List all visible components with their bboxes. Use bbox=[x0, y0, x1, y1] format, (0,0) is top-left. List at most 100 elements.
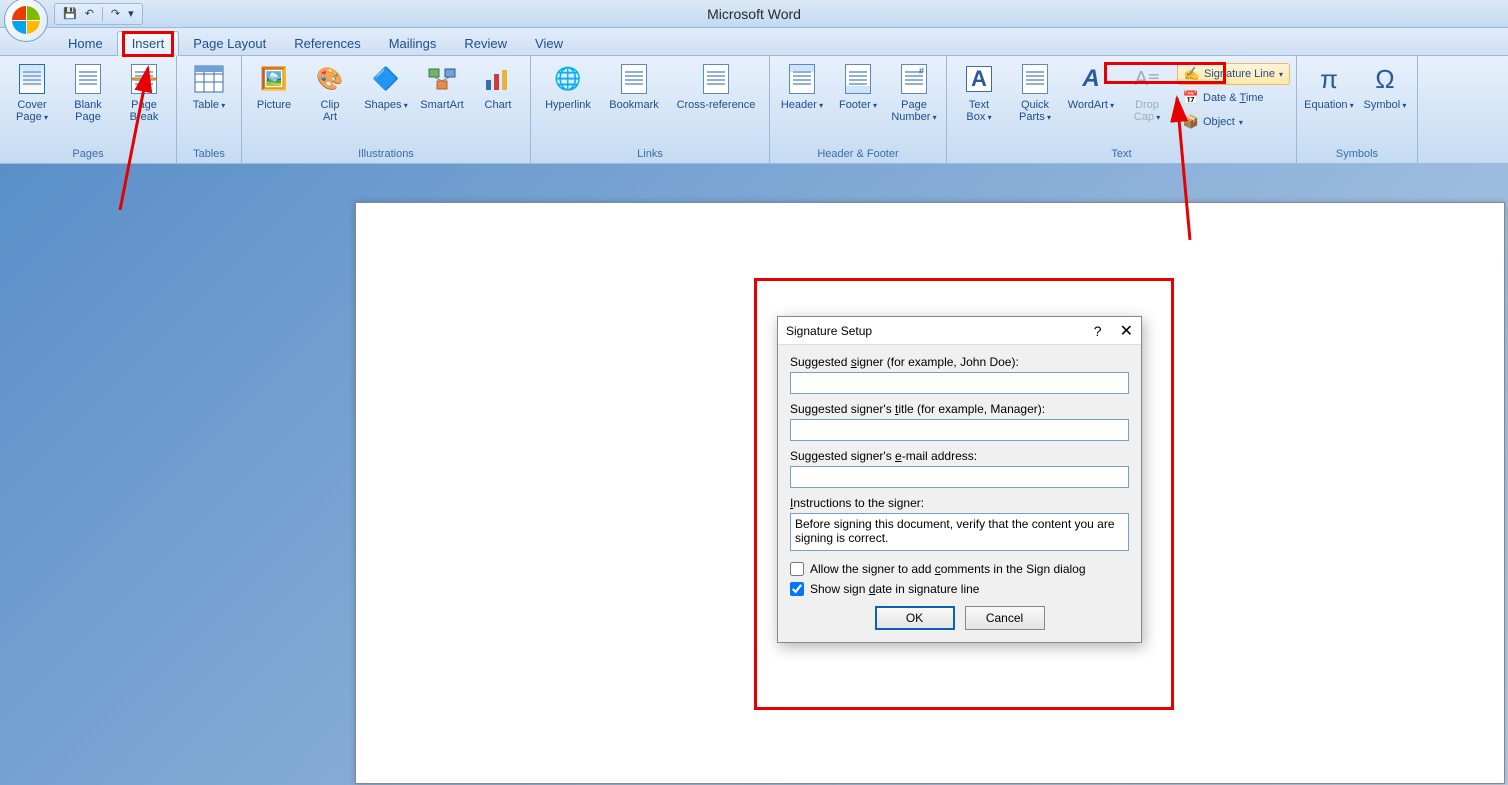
text-box-button[interactable]: AText Box bbox=[953, 59, 1005, 137]
footer-button[interactable]: Footer bbox=[832, 59, 884, 137]
quick-access-toolbar: 💾 ↶ ↷ ▾ bbox=[54, 3, 143, 25]
clip-art-button[interactable]: 🎨Clip Art bbox=[304, 59, 356, 137]
quick-parts-button[interactable]: Quick Parts bbox=[1009, 59, 1061, 137]
group-tables: Table Tables bbox=[177, 56, 242, 163]
office-button[interactable] bbox=[4, 0, 48, 42]
signer-title-label: Suggested signer's title (for example, M… bbox=[790, 402, 1129, 416]
allow-comments-checkbox[interactable]: Allow the signer to add comments in the … bbox=[790, 562, 1129, 576]
qat-separator bbox=[102, 7, 103, 21]
bookmark-button[interactable]: Bookmark bbox=[603, 59, 665, 137]
object-button[interactable]: 📦Object▾ bbox=[1177, 111, 1290, 133]
picture-button[interactable]: 🖼️Picture bbox=[248, 59, 300, 137]
clip-art-icon: 🎨 bbox=[314, 63, 346, 95]
date-time-button[interactable]: 📅Date & Time bbox=[1177, 87, 1290, 109]
tab-view[interactable]: View bbox=[521, 32, 577, 55]
group-header-footer: Header Footer #Page Number Header & Foot… bbox=[770, 56, 947, 163]
date-time-icon: 📅 bbox=[1183, 90, 1199, 106]
signer-label: Suggested signer (for example, John Doe)… bbox=[790, 355, 1129, 369]
cancel-button[interactable]: Cancel bbox=[965, 606, 1045, 630]
object-icon: 📦 bbox=[1183, 114, 1199, 130]
show-date-checkbox[interactable]: Show sign date in signature line bbox=[790, 582, 1129, 596]
qat-more-icon[interactable]: ▾ bbox=[128, 7, 134, 20]
table-button[interactable]: Table bbox=[183, 59, 235, 137]
titlebar: 💾 ↶ ↷ ▾ Microsoft Word bbox=[0, 0, 1508, 28]
quick-parts-icon bbox=[1019, 63, 1051, 95]
signature-line-icon: ✍️ bbox=[1184, 66, 1200, 82]
blank-page-button[interactable]: Blank Page bbox=[62, 59, 114, 137]
group-label-links: Links bbox=[537, 146, 763, 163]
show-date-input[interactable] bbox=[790, 582, 804, 596]
hyperlink-button[interactable]: 🌐Hyperlink bbox=[537, 59, 599, 137]
drop-cap-icon: A≡ bbox=[1131, 63, 1163, 95]
bookmark-icon bbox=[618, 63, 650, 95]
tab-review[interactable]: Review bbox=[450, 32, 521, 55]
group-links: 🌐Hyperlink Bookmark Cross-reference Link… bbox=[531, 56, 770, 163]
group-label-text: Text bbox=[953, 146, 1290, 163]
page-break-icon bbox=[128, 63, 160, 95]
cover-page-button[interactable]: Cover Page bbox=[6, 59, 58, 137]
group-label-symbols: Symbols bbox=[1303, 146, 1411, 163]
undo-icon[interactable]: ↶ bbox=[85, 7, 94, 20]
tab-home[interactable]: Home bbox=[54, 32, 117, 55]
page-number-icon: # bbox=[898, 63, 930, 95]
header-icon bbox=[786, 63, 818, 95]
ribbon: Cover Page Blank Page Page Break Pages T… bbox=[0, 56, 1508, 164]
drop-cap-button[interactable]: A≡Drop Cap bbox=[1121, 59, 1173, 137]
group-label-illustrations: Illustrations bbox=[248, 146, 524, 163]
dialog-titlebar[interactable]: Signature Setup ? ✕ bbox=[778, 317, 1141, 345]
redo-icon[interactable]: ↷ bbox=[111, 7, 120, 20]
symbol-button[interactable]: ΩSymbol bbox=[1359, 59, 1411, 137]
app-title: Microsoft Word bbox=[707, 6, 801, 22]
cover-page-icon bbox=[16, 63, 48, 95]
group-pages: Cover Page Blank Page Page Break Pages bbox=[0, 56, 177, 163]
signer-title-input[interactable] bbox=[790, 419, 1129, 441]
cross-reference-button[interactable]: Cross-reference bbox=[669, 59, 763, 137]
footer-icon bbox=[842, 63, 874, 95]
tab-references[interactable]: References bbox=[280, 32, 374, 55]
group-text: AText Box Quick Parts AWordArt A≡Drop Ca… bbox=[947, 56, 1297, 163]
symbol-icon: Ω bbox=[1369, 63, 1401, 95]
smartart-icon bbox=[426, 63, 458, 95]
ok-button[interactable]: OK bbox=[875, 606, 955, 630]
blank-page-icon bbox=[72, 63, 104, 95]
page-number-button[interactable]: #Page Number bbox=[888, 59, 940, 137]
office-logo-icon bbox=[12, 6, 40, 34]
dialog-title: Signature Setup bbox=[786, 324, 872, 338]
ribbon-tabs: Home Insert Page Layout References Maili… bbox=[0, 28, 1508, 56]
allow-comments-input[interactable] bbox=[790, 562, 804, 576]
signer-email-label: Suggested signer's e-mail address: bbox=[790, 449, 1129, 463]
save-icon[interactable]: 💾 bbox=[63, 7, 77, 20]
tab-page-layout[interactable]: Page Layout bbox=[179, 32, 280, 55]
smartart-button[interactable]: SmartArt bbox=[416, 59, 468, 137]
page-break-button[interactable]: Page Break bbox=[118, 59, 170, 137]
equation-icon: π bbox=[1313, 63, 1345, 95]
picture-icon: 🖼️ bbox=[258, 63, 290, 95]
text-box-icon: A bbox=[963, 63, 995, 95]
group-symbols: πEquation ΩSymbol Symbols bbox=[1297, 56, 1418, 163]
hyperlink-icon: 🌐 bbox=[552, 63, 584, 95]
wordart-button[interactable]: AWordArt bbox=[1065, 59, 1117, 137]
chart-icon bbox=[482, 63, 514, 95]
instructions-label: Instructions to the signer: bbox=[790, 496, 1129, 510]
tab-mailings[interactable]: Mailings bbox=[375, 32, 451, 55]
tab-insert[interactable]: Insert bbox=[117, 31, 180, 56]
signer-email-input[interactable] bbox=[790, 466, 1129, 488]
group-illustrations: 🖼️Picture 🎨Clip Art 🔷Shapes SmartArt Cha… bbox=[242, 56, 531, 163]
chart-button[interactable]: Chart bbox=[472, 59, 524, 137]
signer-input[interactable] bbox=[790, 372, 1129, 394]
help-icon[interactable]: ? bbox=[1094, 323, 1102, 339]
group-label-pages: Pages bbox=[6, 146, 170, 163]
header-button[interactable]: Header bbox=[776, 59, 828, 137]
signature-setup-dialog: Signature Setup ? ✕ Suggested signer (fo… bbox=[777, 316, 1142, 643]
table-icon bbox=[193, 63, 225, 95]
group-label-header-footer: Header & Footer bbox=[776, 146, 940, 163]
cross-reference-icon bbox=[700, 63, 732, 95]
group-label-tables: Tables bbox=[183, 146, 235, 163]
equation-button[interactable]: πEquation bbox=[1303, 59, 1355, 137]
shapes-button[interactable]: 🔷Shapes bbox=[360, 59, 412, 137]
signature-line-button[interactable]: ✍️Signature Line▾ bbox=[1177, 63, 1290, 85]
shapes-icon: 🔷 bbox=[370, 63, 402, 95]
instructions-input[interactable] bbox=[790, 513, 1129, 551]
wordart-icon: A bbox=[1075, 63, 1107, 95]
close-icon[interactable]: ✕ bbox=[1120, 321, 1133, 341]
